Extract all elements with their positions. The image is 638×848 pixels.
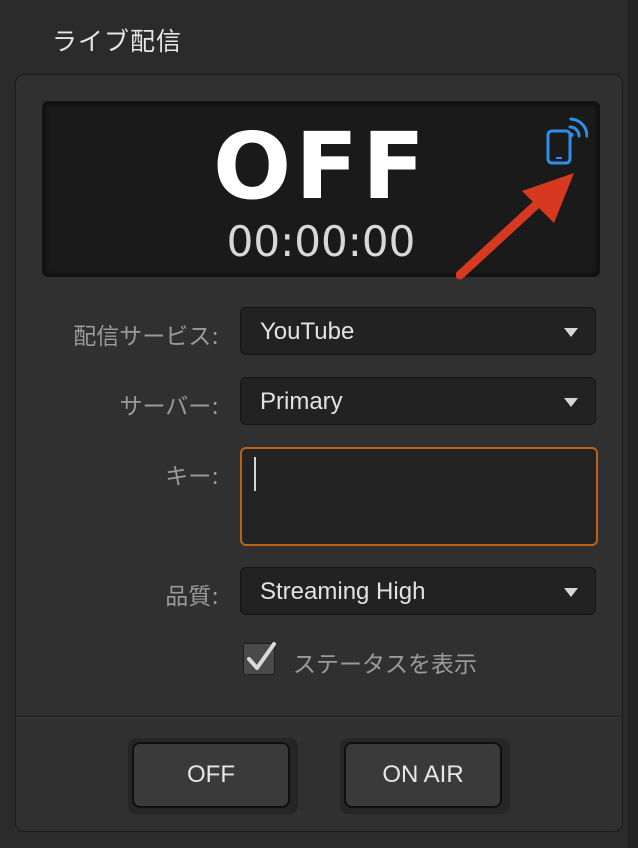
- status-display: OFF 00:00:00: [42, 101, 600, 280]
- chevron-down-icon: [564, 328, 578, 337]
- server-select[interactable]: Primary: [240, 377, 596, 425]
- window-edge: [628, 0, 638, 848]
- checkmark-icon: [247, 642, 276, 670]
- section-title: ライブ配信: [52, 27, 183, 56]
- show-status-label[interactable]: ステータスを表示: [293, 645, 477, 679]
- off-button[interactable]: OFF: [132, 742, 290, 808]
- text-cursor: [254, 457, 256, 491]
- off-button-well: OFF: [128, 738, 298, 814]
- chevron-down-icon: [564, 588, 578, 597]
- show-status-checkbox[interactable]: [243, 642, 276, 675]
- quality-select[interactable]: Streaming High: [240, 567, 596, 615]
- server-value: Primary: [260, 388, 343, 415]
- service-select[interactable]: YouTube: [240, 307, 596, 355]
- service-label: 配信サービス:: [73, 324, 219, 350]
- key-label: キー:: [165, 464, 219, 490]
- live-stream-panel: OFF 00:00:00 配信サービス: YouTube サーバー: Prima…: [15, 74, 623, 832]
- stream-key-input[interactable]: [240, 447, 598, 546]
- divider: [16, 716, 622, 718]
- smartphone-wireless-icon[interactable]: [544, 115, 589, 167]
- chevron-down-icon: [564, 398, 578, 407]
- on-air-button-well: ON AIR: [340, 738, 510, 814]
- service-value: YouTube: [260, 318, 355, 345]
- quality-value: Streaming High: [260, 578, 426, 605]
- server-label: サーバー:: [119, 394, 219, 420]
- on-air-button[interactable]: ON AIR: [344, 742, 502, 808]
- red-arrow-annotation: [455, 171, 576, 281]
- quality-label: 品質:: [165, 584, 219, 610]
